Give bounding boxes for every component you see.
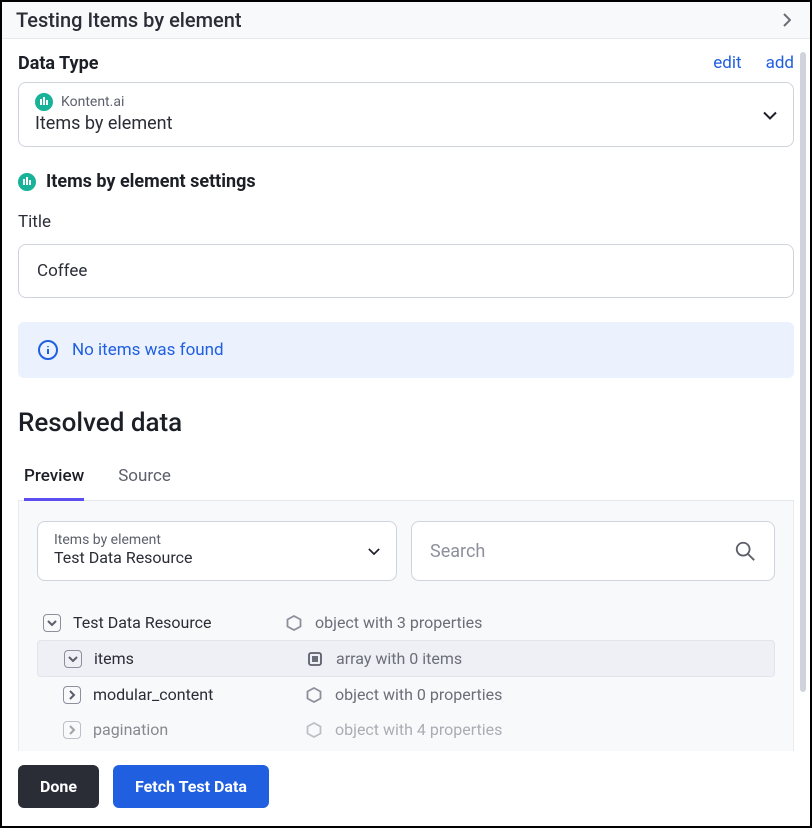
resource-dropdown[interactable]: Items by element Test Data Resource	[37, 521, 397, 581]
expand-icon[interactable]	[64, 650, 82, 668]
resolved-title: Resolved data	[18, 408, 794, 438]
resource-dropdown-label: Items by element	[54, 532, 380, 548]
data-type-provider: Kontent.ai	[61, 94, 124, 110]
add-link[interactable]: add	[766, 53, 794, 73]
object-icon	[305, 721, 323, 739]
chevron-down-icon	[763, 105, 777, 124]
settings-header: Items by element settings	[18, 171, 794, 192]
tree-label: Test Data Resource	[73, 613, 273, 632]
search-box[interactable]	[411, 521, 775, 581]
tree-label: pagination	[93, 720, 293, 739]
tree-meta: array with 0 items	[336, 649, 462, 668]
data-type-actions: edit add	[713, 53, 794, 73]
data-type-value: Items by element	[35, 113, 777, 134]
kontent-brand-icon	[35, 93, 53, 111]
resolved-tabs: Preview Source	[18, 466, 794, 501]
resource-dropdown-value: Test Data Resource	[54, 548, 380, 567]
chevron-down-icon	[368, 542, 380, 561]
tree-meta: object with 0 properties	[335, 685, 502, 704]
collapse-icon[interactable]	[63, 721, 81, 739]
settings-title: Items by element settings	[46, 171, 256, 192]
panel-title: Testing Items by element	[16, 8, 242, 32]
info-banner: No items was found	[18, 322, 794, 378]
title-field-label: Title	[18, 212, 794, 232]
preview-panel: Items by element Test Data Resource Test…	[18, 501, 794, 753]
tree-meta: object with 3 properties	[315, 613, 482, 632]
tree-row-modular[interactable]: modular_content object with 0 properties	[37, 677, 775, 712]
tab-preview[interactable]: Preview	[24, 466, 84, 500]
object-icon	[305, 686, 323, 704]
scrollbar[interactable]	[800, 52, 806, 692]
tree-row-root[interactable]: Test Data Resource object with 3 propert…	[37, 605, 775, 640]
info-icon	[38, 340, 58, 360]
array-icon	[306, 650, 324, 668]
info-text: No items was found	[72, 340, 224, 360]
collapse-icon[interactable]	[63, 686, 81, 704]
data-tree: Test Data Resource object with 3 propert…	[37, 605, 775, 747]
collapse-panel-icon[interactable]	[778, 11, 796, 29]
done-button[interactable]: Done	[18, 765, 99, 808]
tab-source[interactable]: Source	[118, 466, 171, 500]
panel-header: Testing Items by element	[2, 2, 810, 39]
tree-label: items	[94, 649, 294, 668]
tree-label: modular_content	[93, 685, 293, 704]
edit-link[interactable]: edit	[713, 53, 741, 73]
search-input[interactable]	[430, 541, 691, 562]
panel-content: Data Type edit add Kontent.ai Items by e…	[2, 39, 810, 753]
tree-row-pagination[interactable]: pagination object with 4 properties	[37, 712, 775, 747]
data-type-row: Data Type edit add	[18, 53, 794, 74]
data-type-select[interactable]: Kontent.ai Items by element	[18, 82, 794, 147]
expand-icon[interactable]	[43, 614, 61, 632]
kontent-brand-icon	[18, 173, 36, 191]
tree-meta: object with 4 properties	[335, 720, 502, 739]
tree-row-items[interactable]: items array with 0 items	[37, 640, 775, 677]
footer: Done Fetch Test Data	[2, 751, 810, 826]
fetch-test-data-button[interactable]: Fetch Test Data	[113, 765, 269, 808]
search-icon	[734, 540, 756, 562]
title-input[interactable]	[18, 244, 794, 298]
object-icon	[285, 614, 303, 632]
data-type-label: Data Type	[18, 53, 98, 74]
